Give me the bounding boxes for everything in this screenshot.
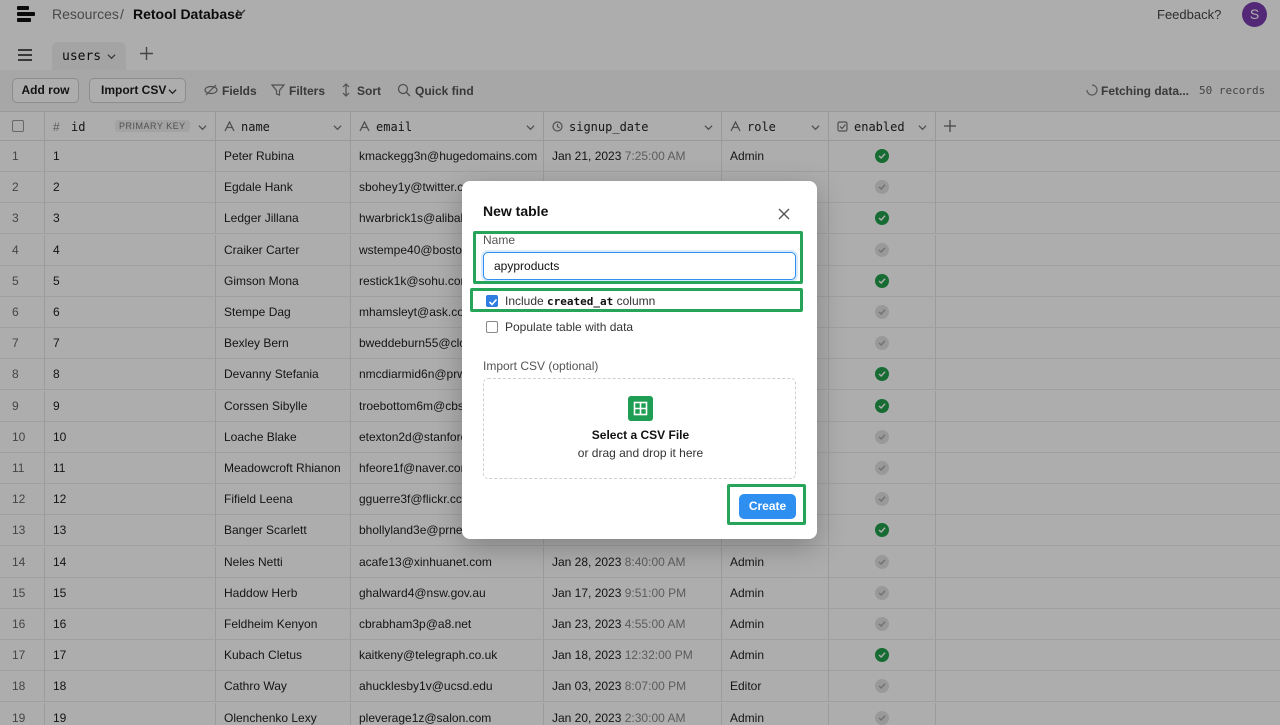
populate-table-label: Populate table with data <box>505 320 634 334</box>
populate-table-checkbox[interactable] <box>486 321 498 333</box>
spreadsheet-icon <box>628 396 653 421</box>
dialog-title: New table <box>483 203 549 219</box>
import-csv-label: Import CSV (optional) <box>483 359 599 373</box>
highlight-create-button <box>727 484 806 525</box>
close-icon[interactable] <box>778 208 790 220</box>
dropzone-subtitle: or drag and drop it here <box>577 446 704 460</box>
highlight-name-field <box>473 231 803 284</box>
highlight-include-option <box>470 288 803 312</box>
dropzone-title: Select a CSV File <box>591 428 690 442</box>
csv-dropzone[interactable]: Select a CSV File or drag and drop it he… <box>483 378 796 479</box>
